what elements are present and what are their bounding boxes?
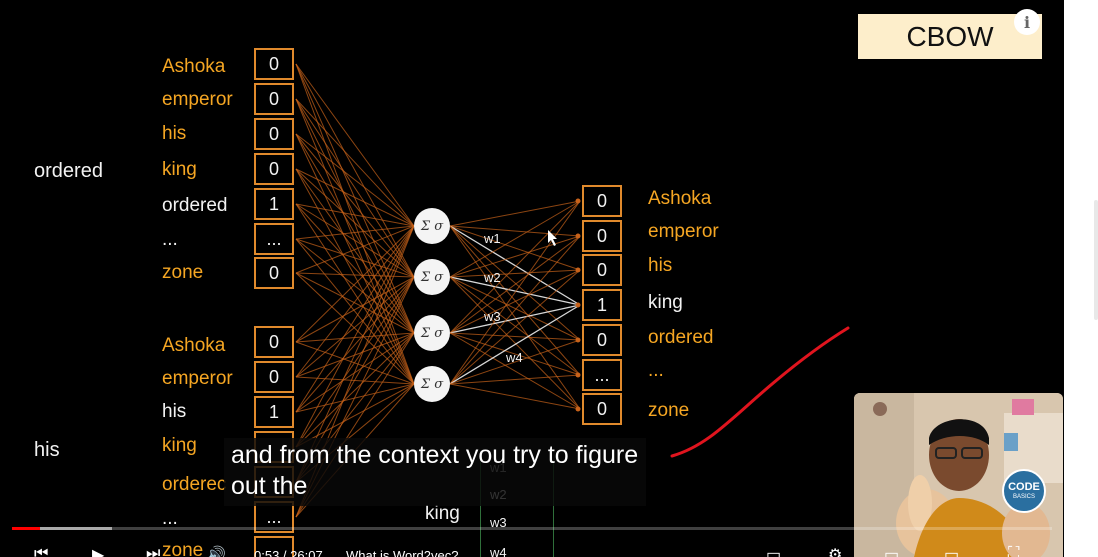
input2-word-king: king [162,435,197,456]
input1-word-zone: zone [162,262,204,283]
arrow-head [575,198,581,204]
output-cell: 0 [582,220,622,252]
subtitles-icon[interactable]: ▭ [766,545,781,557]
input2-cell: 0 [254,326,294,358]
arrow-head [575,267,581,273]
connection-line [295,98,415,385]
connection-line [449,269,581,385]
fullscreen-icon[interactable]: ⛶ [1008,545,1019,557]
connection-line [449,276,581,410]
output-word-king: king [648,292,683,313]
previous-icon[interactable]: ⏮ [34,545,48,557]
page-right-gutter [1064,0,1098,557]
connection-line [295,225,415,240]
input2-word-his: his [162,401,187,422]
context-label-his: his [34,439,60,461]
input1-cell: 0 [254,48,294,80]
hidden-neuron-2: Σ σ [414,259,450,295]
webcam-overlay: CODE BASICS [854,393,1063,557]
context-label-ordered: ordered [34,160,103,182]
cbow-badge-text: CBOW [906,20,994,52]
weight-label-w3: w3 [484,309,501,324]
connection-line [449,383,581,410]
connection-line [295,133,415,227]
time-display: 0:53 / 26:07 [254,548,323,557]
output-cell: 0 [582,324,622,356]
miniplayer-icon[interactable]: ▭ [884,545,899,557]
scrollbar[interactable] [1094,200,1098,320]
input2-word-ashoka: Ashoka [162,335,226,356]
output-word-emperor: emperor [648,221,719,242]
input2-cell-active: 1 [254,396,294,428]
output-cell: 0 [582,185,622,217]
input1-cell: 0 [254,257,294,289]
volume-icon[interactable]: 🔊 [206,545,226,557]
connection-line [449,374,581,385]
chapter-title[interactable]: What is Word2vec? [346,548,458,557]
output-cell: 0 [582,393,622,425]
connection-line [449,225,581,341]
play-icon[interactable]: ▶ [92,545,104,557]
arrow-head [575,337,581,343]
caption-line-1: and from the context you try to figure [231,441,639,469]
progress-bar[interactable] [12,527,1052,530]
input1-word-ordered: ordered [162,195,228,216]
arrow-head [575,406,581,412]
video-player[interactable]: ordered his Ashoka emperor his king orde… [0,0,1064,557]
weight-label-w1: w1 [484,231,501,246]
lower-weight-label-w4: w4 [490,545,507,557]
logo-line2: BASICS [1012,494,1035,500]
output-word-zone: zone [648,400,690,421]
weight-label-w2: w2 [484,270,501,285]
arrow-head [575,302,581,308]
input1-word-emperor: emperor [162,89,233,110]
input1-word-his: his [162,123,187,144]
output-cell: 0 [582,254,622,286]
hidden-neuron-1: Σ σ [414,208,450,244]
output-word-ellipsis: ... [648,360,664,381]
lower-target-word: king [425,503,460,524]
settings-icon[interactable]: ⚙ [828,545,842,557]
logo-line1: CODE [1008,481,1040,493]
connection-line [449,200,581,334]
code-basics-logo: CODE BASICS [1002,469,1046,513]
subtitle-caption: and from the context you try to figure o… [224,438,647,506]
output-cell: ... [582,359,622,391]
progress-played [12,527,41,530]
input2-word-ordered: orderec [162,474,227,495]
caption-line-2: out the [231,472,308,500]
hidden-neuron-4: Σ σ [414,366,450,402]
connection-line [295,168,415,227]
output-cell-active: 1 [582,289,622,321]
input1-word-ashoka: Ashoka [162,56,226,77]
connection-line [295,203,415,385]
arrow-head [575,372,581,378]
next-icon[interactable]: ⏭ [146,545,160,557]
hidden-neuron-3: Σ σ [414,315,450,351]
input1-word-king: king [162,159,197,180]
output-word-ordered: ordered [648,327,714,348]
input2-word-zone: zone [162,540,204,557]
connection-line [449,200,581,227]
input2-word-emperor: emperor [162,368,233,389]
connection-line [295,272,415,385]
info-icon[interactable]: i [1014,9,1040,35]
input2-cell: 0 [254,361,294,393]
connection-line [295,225,415,343]
connection-line [449,225,581,237]
input1-cell: ... [254,223,294,255]
output-word-his: his [648,255,673,276]
weight-label-w4: w4 [506,350,523,365]
connection-line [295,133,415,278]
output-word-ashoka: Ashoka [648,188,712,209]
arrow-head [575,233,581,239]
input1-cell: 0 [254,118,294,150]
theater-icon[interactable]: ▭ [944,545,959,557]
input1-word-ellipsis: ... [162,229,178,250]
connection-line [295,332,415,448]
connection-line [295,276,415,343]
input1-cell: 0 [254,153,294,185]
input1-cell: 0 [254,83,294,115]
input1-cell-active: 1 [254,188,294,220]
